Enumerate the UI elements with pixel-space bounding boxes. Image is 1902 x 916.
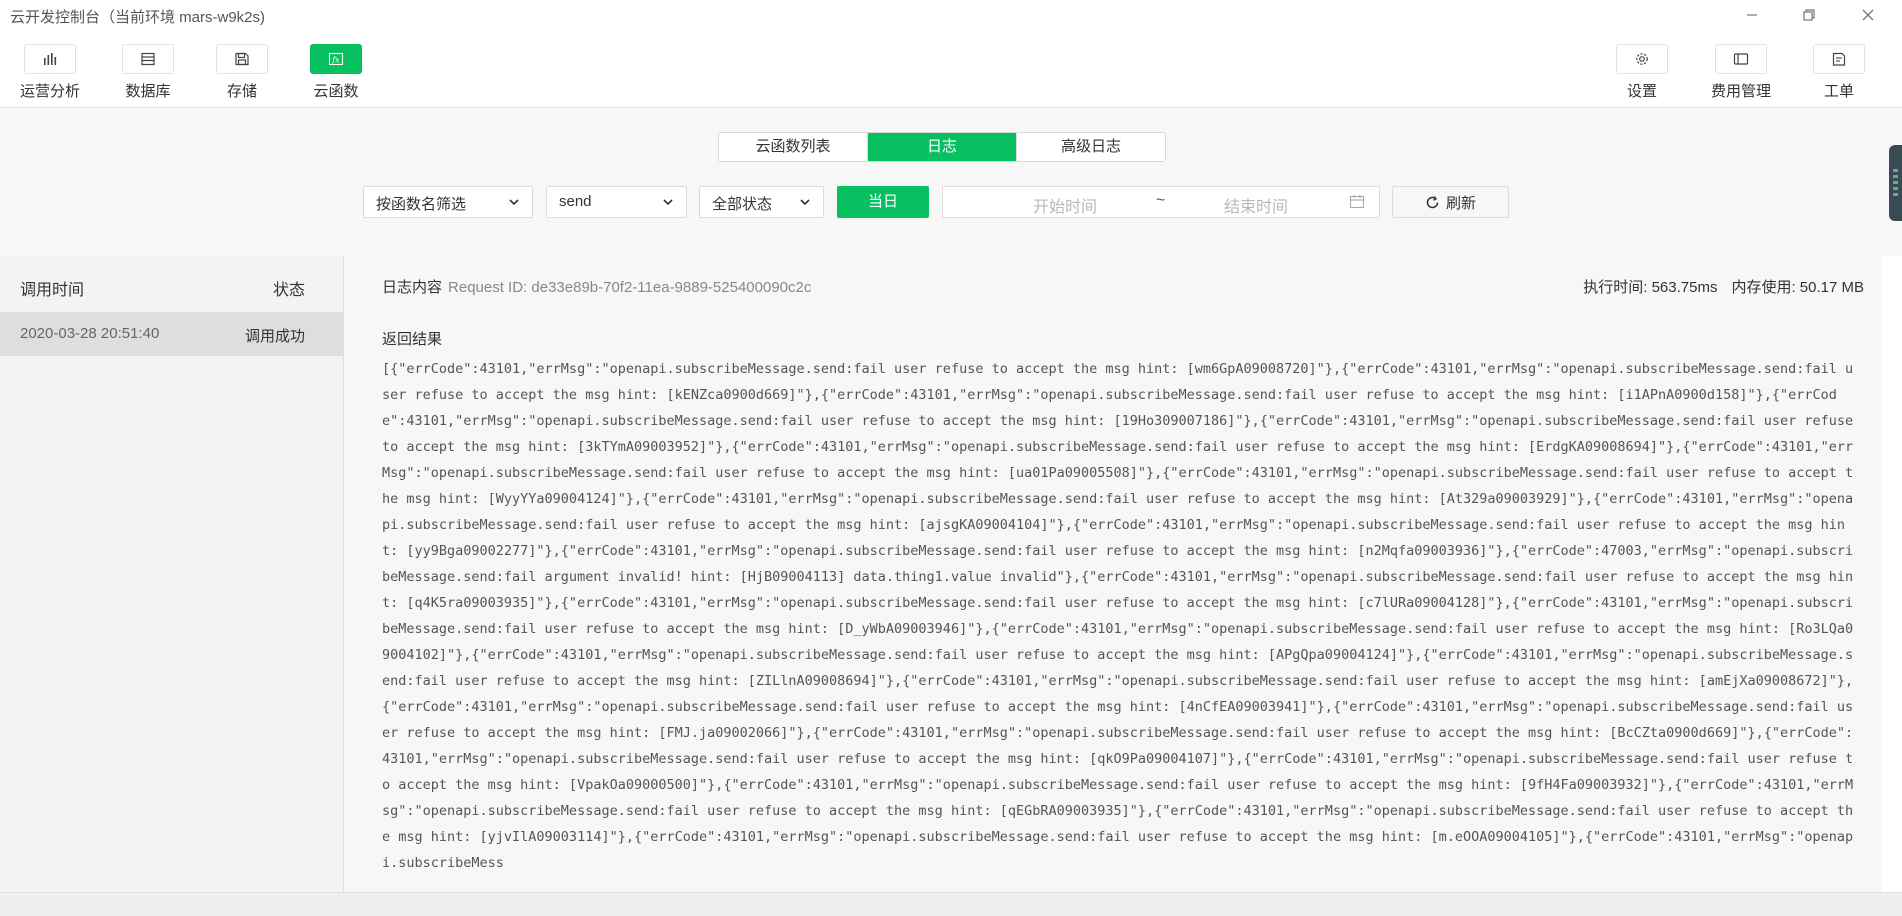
toolbar-storage-button[interactable]: 存储 (207, 44, 277, 101)
toolbar-label: 工单 (1823, 83, 1854, 100)
start-time-placeholder[interactable]: 开始时间 (1033, 193, 1097, 217)
bar-chart-icon (44, 53, 57, 65)
status-bar (0, 892, 1902, 916)
request-id: Request ID: de33e89b-70f2-11ea-9889-5254… (448, 279, 812, 296)
billing-icon (1733, 53, 1749, 65)
chevron-down-icon (663, 199, 673, 206)
database-icon (141, 52, 155, 66)
toolbar-billing-button[interactable]: 费用管理 (1706, 44, 1776, 101)
function-name-value: send (559, 193, 592, 210)
tab-function-list[interactable]: 云函数列表 (719, 133, 868, 161)
log-stats: 执行时间: 563.75ms 内存使用: 50.17 MB (1583, 276, 1864, 297)
function-filter-select[interactable]: 按函数名筛选 (363, 186, 533, 218)
list-item[interactable]: 2020-03-28 20:51:40 调用成功 (0, 312, 343, 356)
status-value: 全部状态 (712, 196, 773, 213)
toolbar-ticket-button[interactable]: 工单 (1804, 44, 1874, 101)
floating-side-tab[interactable] (1889, 145, 1902, 221)
window-title: 云开发控制台（当前环境 mars-w9k2s) (10, 9, 266, 26)
function-name-select[interactable]: send (546, 186, 687, 218)
function-icon: fx (328, 52, 344, 66)
close-icon (1862, 9, 1874, 21)
close-button[interactable] (1853, 4, 1883, 26)
invocation-status: 调用成功 (244, 328, 305, 345)
ticket-icon (1832, 52, 1846, 66)
refresh-button[interactable]: 刷新 (1392, 186, 1509, 218)
chevron-down-icon (509, 199, 519, 206)
tab-advanced-logs[interactable]: 高级日志 (1017, 133, 1165, 161)
toolbar-analytics-button[interactable]: 运营分析 (15, 44, 85, 101)
today-button[interactable]: 当日 (837, 186, 929, 218)
minimize-button[interactable] (1737, 4, 1767, 26)
restore-button[interactable] (1794, 4, 1824, 26)
function-filter-value: 按函数名筛选 (376, 196, 467, 213)
toolbar-label: 设置 (1626, 83, 1657, 100)
toolbar-label: 云函数 (313, 83, 359, 100)
log-content-label: 日志内容 (382, 279, 443, 296)
toolbar-label: 费用管理 (1710, 83, 1771, 100)
date-range-separator: ~ (1156, 192, 1166, 209)
invocation-list: 调用时间 状态 2020-03-28 20:51:40 调用成功 (0, 256, 344, 892)
toolbar-label: 数据库 (125, 83, 171, 100)
list-header: 调用时间 状态 (0, 256, 343, 312)
exec-time: 执行时间: 563.75ms (1583, 279, 1718, 296)
restore-icon (1803, 9, 1815, 21)
toolbar-database-button[interactable]: 数据库 (113, 44, 183, 101)
header-status: 状态 (272, 282, 305, 299)
calendar-icon (1349, 195, 1365, 209)
log-detail: 日志内容 Request ID: de33e89b-70f2-11ea-9889-… (344, 256, 1882, 892)
gear-icon (1636, 53, 1648, 65)
header-time: 调用时间 (20, 282, 85, 299)
filter-area: 云函数列表 日志 高级日志 按函数名筛选 send 全部状态 当日 开始时间 ~… (0, 108, 1902, 256)
date-range-picker[interactable]: 开始时间 ~ 结束时间 (942, 186, 1380, 218)
svg-text:fx: fx (331, 56, 340, 65)
refresh-label: 刷新 (1445, 194, 1476, 212)
toolbar: 运营分析 数据库 存储 fx 云函数 设置 费用管理 工单 (0, 30, 1902, 108)
view-tabs: 云函数列表 日志 高级日志 (718, 132, 1166, 162)
log-header: 日志内容 Request ID: de33e89b-70f2-11ea-9889-… (382, 276, 811, 297)
minimize-icon (1747, 14, 1757, 16)
title-bar: 云开发控制台（当前环境 mars-w9k2s) (0, 0, 1902, 30)
status-select[interactable]: 全部状态 (699, 186, 824, 218)
end-time-placeholder[interactable]: 结束时间 (1224, 193, 1288, 217)
toolbar-label: 存储 (226, 83, 257, 100)
result-text: [{"errCode":43101,"errMsg":"openapi.subs… (382, 361, 1854, 871)
result-label: 返回结果 (382, 331, 443, 348)
chevron-down-icon (800, 199, 810, 206)
filter-bar: 按函数名筛选 send 全部状态 当日 开始时间 ~ 结束时间 刷新 (0, 186, 1902, 220)
toolbar-settings-button[interactable]: 设置 (1607, 44, 1677, 101)
invocation-time: 2020-03-28 20:51:40 (20, 325, 160, 342)
save-icon (235, 52, 249, 66)
memory-usage: 内存使用: 50.17 MB (1731, 279, 1864, 296)
tab-logs[interactable]: 日志 (868, 133, 1017, 161)
refresh-icon (1426, 195, 1439, 208)
toolbar-label: 运营分析 (19, 83, 80, 100)
toolbar-cloud-function-button[interactable]: fx 云函数 (301, 44, 371, 101)
